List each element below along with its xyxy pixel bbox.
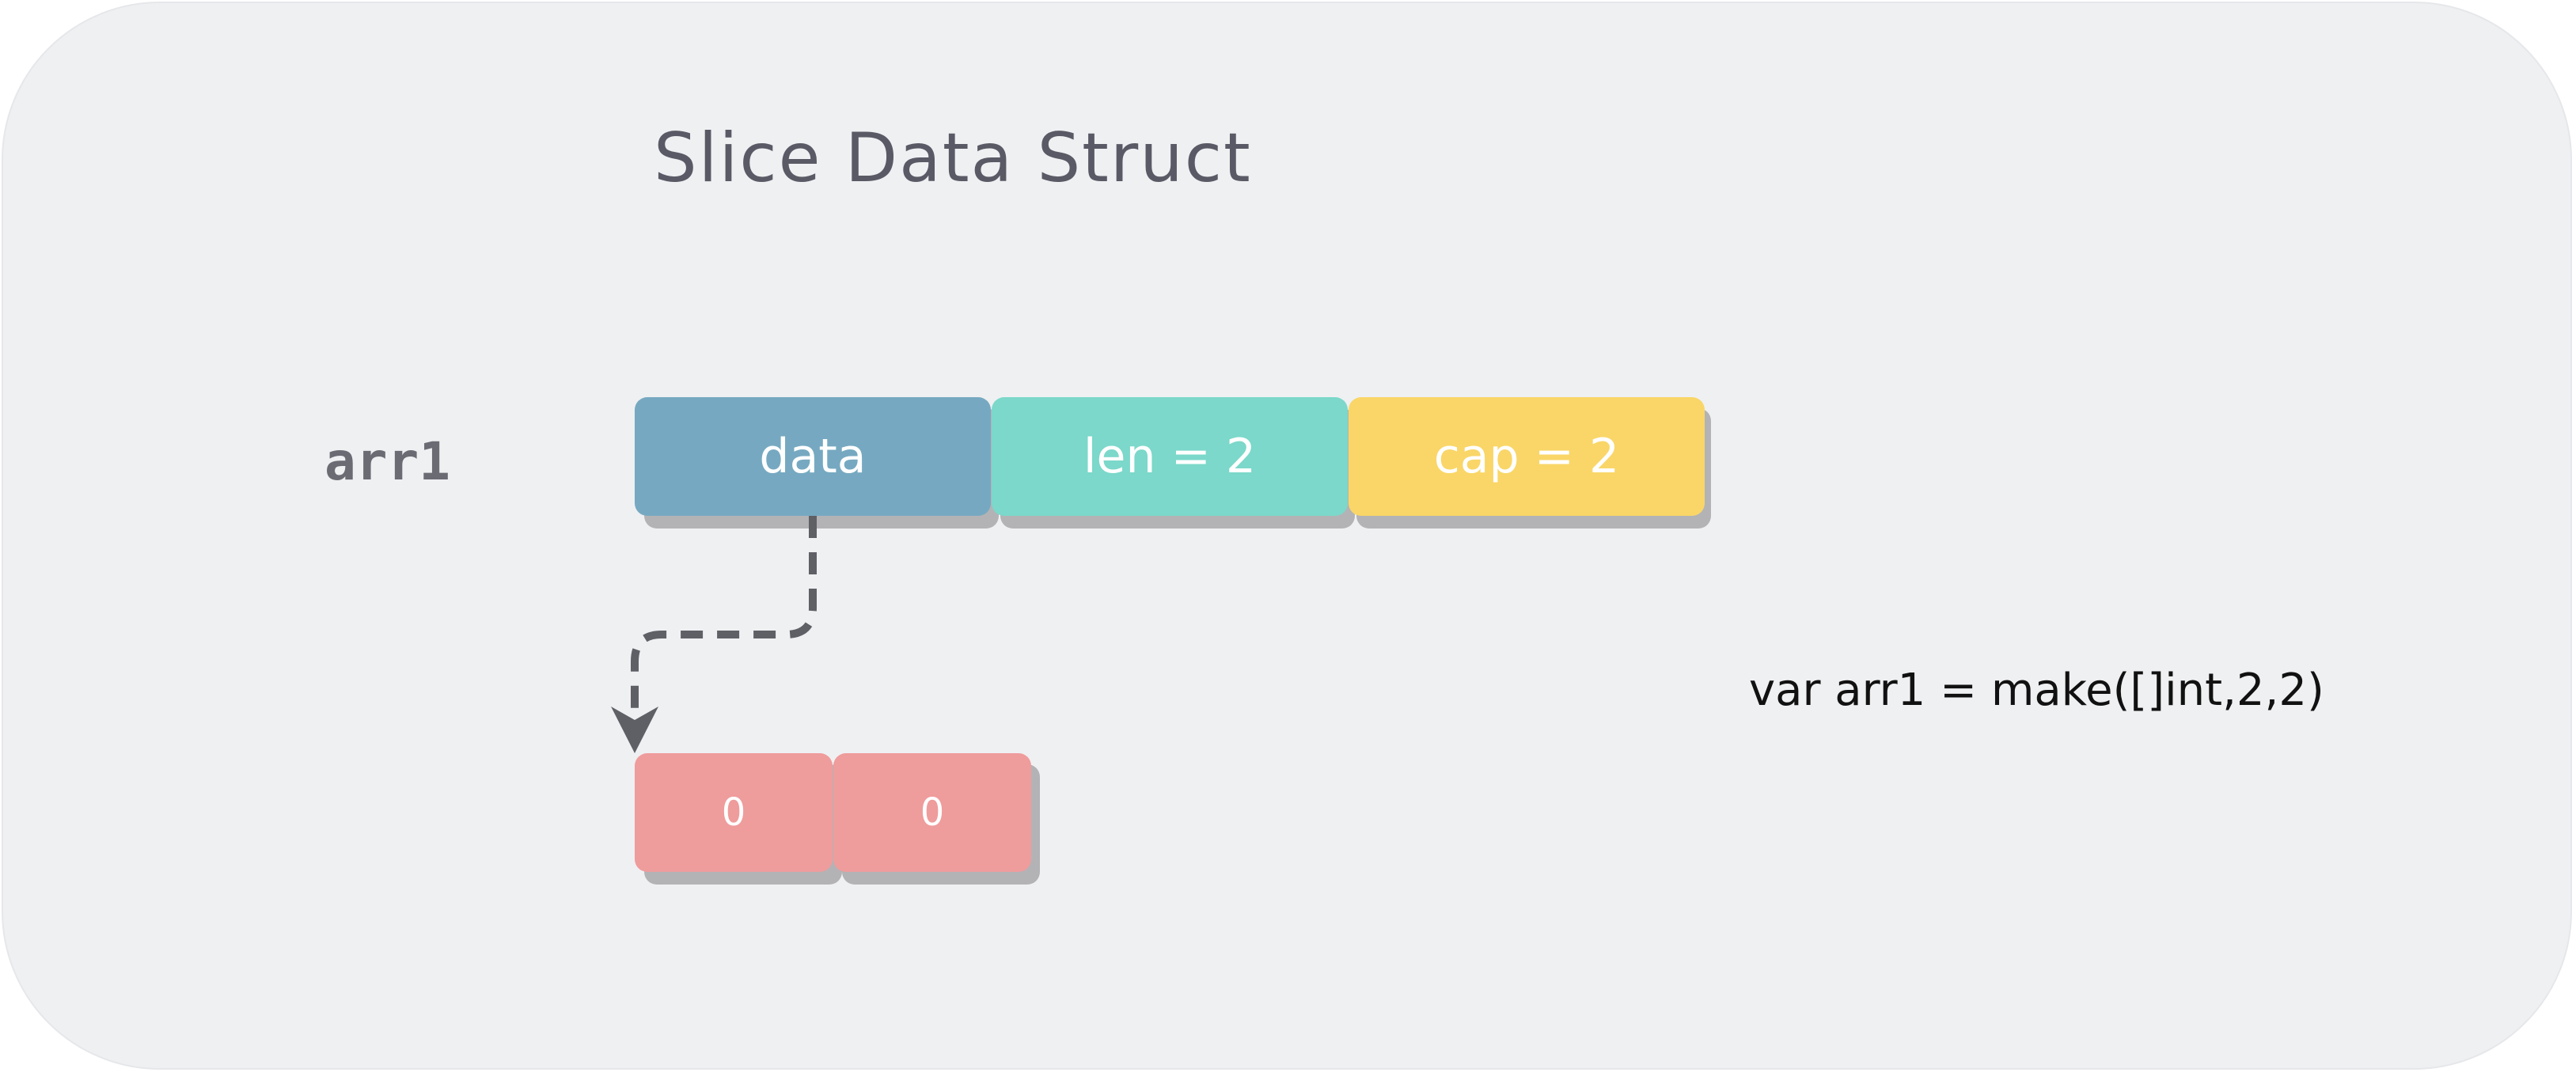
code-snippet: var arr1 = make([]int,2,2) bbox=[1749, 665, 2324, 716]
data-pointer-arrow bbox=[611, 516, 817, 753]
pointer-line bbox=[631, 516, 817, 716]
arrowhead-icon bbox=[611, 707, 658, 753]
